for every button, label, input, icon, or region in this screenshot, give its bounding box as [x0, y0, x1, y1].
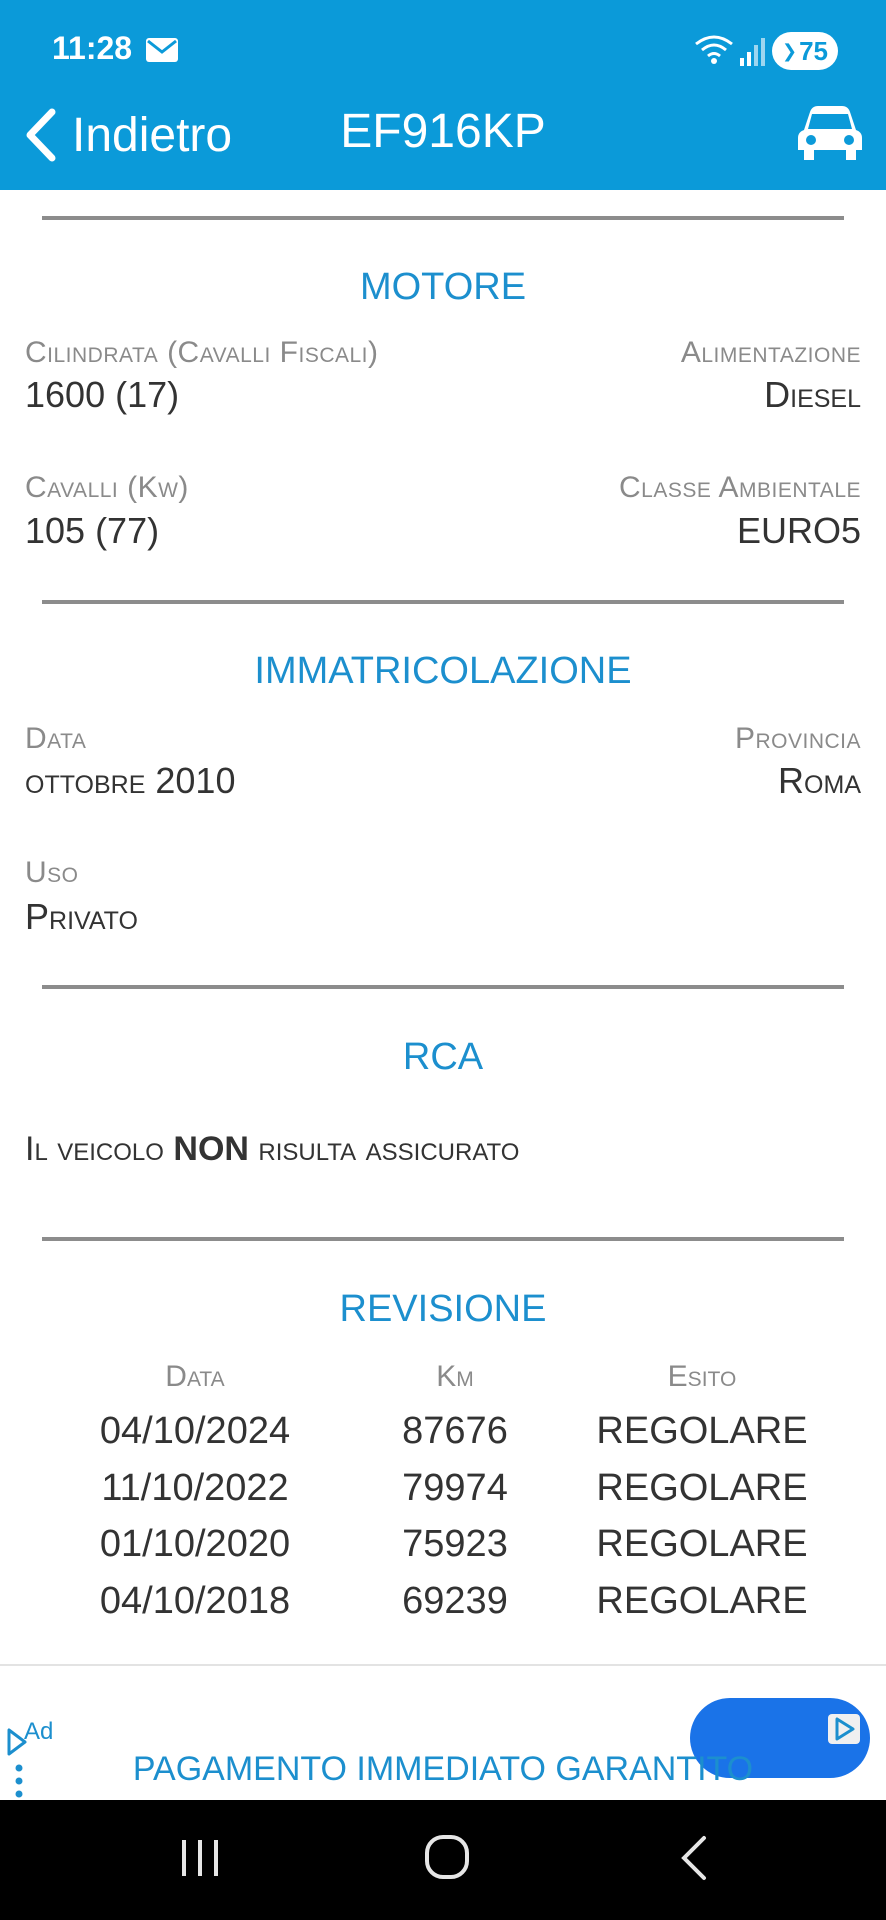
divider [42, 1237, 844, 1241]
revisione-date: 11/10/2022 [101, 1467, 289, 1509]
leaf-icon: ❯ [781, 40, 798, 61]
revisione-date: 01/10/2020 [99, 1523, 291, 1565]
revisione-esito: REGOLARE [596, 1467, 808, 1509]
battery-level: 75 [799, 35, 828, 66]
section-title-immatricolazione: IMMATRICOLAZIONE [254, 650, 632, 692]
table-row: 11/10/2022 79974 REGOLARE [0, 1467, 886, 1523]
revisione-esito: REGOLARE [596, 1580, 808, 1622]
back-button[interactable]: Indietro [20, 100, 232, 170]
wifi-icon [695, 35, 733, 64]
revisione-km: 69239 [402, 1580, 508, 1622]
data-immatricolazione-value: ottobre 2010 [25, 760, 236, 801]
revisione-km: 75923 [402, 1523, 508, 1565]
divider [42, 985, 844, 989]
ad-label: Ad [24, 1718, 54, 1745]
table-row: 04/10/2024 87676 REGOLARE [0, 1410, 886, 1466]
divider [42, 600, 844, 604]
revisione-km: 87676 [402, 1410, 508, 1452]
home-icon[interactable] [424, 1834, 470, 1880]
revisione-esito: REGOLARE [596, 1523, 808, 1565]
ad-banner[interactable]: Ad PAGAMENTO IMMEDIATO GARANTITO [0, 1664, 886, 1800]
status-time: 11:28 [52, 30, 133, 66]
classe-ambientale-label: Classe Ambientale [618, 471, 861, 504]
provincia-value: Roma [778, 760, 861, 801]
alimentazione-label: Alimentazione [680, 336, 861, 369]
mail-icon [146, 38, 178, 62]
revisione-date: 04/10/2024 [99, 1410, 291, 1452]
car-icon[interactable] [796, 104, 864, 164]
cavalli-label: Cavalli (Kw) [25, 471, 189, 504]
chevron-left-icon [26, 108, 56, 162]
section-title-rca: RCA [402, 1036, 484, 1078]
rca-status-text: Il veicolo NON risulta assicurato [25, 1130, 519, 1169]
back-icon[interactable] [676, 1834, 712, 1882]
signal-icon [740, 38, 765, 66]
cavalli-value: 105 (77) [25, 510, 160, 551]
uso-value: Privato [25, 896, 138, 937]
column-header-data: Data [165, 1360, 225, 1393]
column-header-esito: Esito [667, 1360, 737, 1393]
rca-text-after: risulta assicurato [248, 1130, 520, 1168]
rca-text-before: Il veicolo [25, 1130, 174, 1168]
classe-ambientale-value: EURO5 [736, 510, 861, 551]
ad-headline[interactable]: PAGAMENTO IMMEDIATO GARANTITO [0, 1750, 886, 1789]
table-header-row: Data Km Esito [0, 1360, 886, 1416]
back-label: Indietro [72, 108, 233, 162]
table-row: 04/10/2018 69239 REGOLARE [0, 1580, 886, 1636]
recents-icon[interactable] [176, 1834, 224, 1882]
table-row: 01/10/2020 75923 REGOLARE [0, 1523, 886, 1579]
section-title-revisione: REVISIONE [339, 1288, 547, 1330]
battery-icon: ❯ 75 [772, 32, 838, 70]
divider [42, 216, 844, 220]
revisione-date: 04/10/2018 [99, 1580, 291, 1622]
cilindrata-value: 1600 (17) [25, 374, 180, 415]
data-immatricolazione-label: Data [25, 722, 87, 755]
rca-text-bold: NON [173, 1130, 249, 1168]
section-title-motore: MOTORE [359, 266, 527, 308]
revisione-esito: REGOLARE [596, 1410, 808, 1452]
alimentazione-value: Diesel [764, 374, 861, 415]
app-header: 11:28 ❯ 75 Indietro EF916KP [0, 0, 886, 190]
revisione-km: 79974 [402, 1467, 508, 1509]
provincia-label: Provincia [734, 722, 861, 755]
column-header-km: Km [436, 1360, 474, 1393]
ad-play-icon[interactable] [828, 1714, 860, 1744]
uso-label: Uso [25, 856, 79, 889]
cilindrata-label: Cilindrata (Cavalli Fiscali) [25, 336, 379, 369]
system-nav-bar [0, 1800, 886, 1920]
